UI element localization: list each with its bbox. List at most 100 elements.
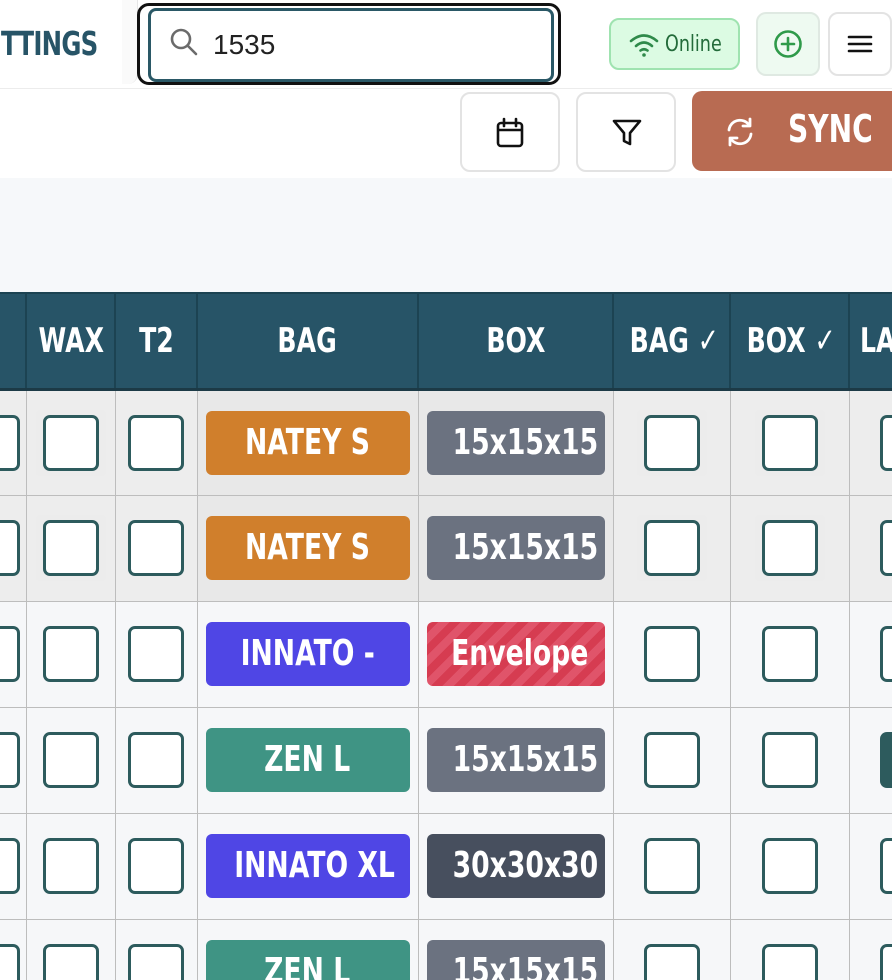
row-checkbox[interactable] (0, 732, 20, 788)
column-header-la[interactable]: LA (849, 294, 892, 391)
bag-checked-checkbox[interactable] (643, 626, 700, 682)
filter-button[interactable] (576, 92, 676, 172)
cell-first (0, 813, 27, 920)
cell-box-check (730, 919, 850, 980)
t2-checkbox[interactable] (128, 414, 184, 471)
cell-t2 (115, 601, 198, 708)
la-checkbox[interactable] (879, 732, 892, 788)
calendar-button[interactable] (460, 92, 560, 172)
box-label: 15x15x15 (452, 739, 598, 780)
wax-checkbox-area (36, 621, 106, 687)
row-checkbox[interactable] (0, 626, 20, 682)
box-check-area (754, 515, 825, 581)
cell-box-check (730, 389, 850, 496)
column-header-t2[interactable]: T2 (115, 294, 198, 391)
wax-checkbox[interactable] (42, 414, 99, 471)
sync-label: SYNC (788, 107, 873, 151)
cell-wax (26, 813, 116, 920)
bag-checked-checkbox[interactable] (643, 838, 700, 894)
page-title[interactable]: TTINGS (0, 22, 124, 68)
table-row[interactable]: INNATO XL 30x30x30 (0, 813, 892, 920)
sync-button[interactable]: SYNC (692, 91, 892, 171)
bag-pill[interactable]: INNATO - (205, 622, 410, 686)
bag-pill[interactable]: NATEY S (205, 410, 410, 475)
top-header: TTINGS Online (0, 0, 892, 88)
t2-checkbox[interactable] (128, 626, 184, 682)
la-checkbox[interactable] (879, 944, 892, 980)
box-checked-checkbox[interactable] (761, 626, 818, 682)
box-checked-checkbox[interactable] (761, 520, 818, 576)
row-checkbox[interactable] (0, 414, 20, 471)
bag-check-area (637, 621, 707, 687)
search-box[interactable] (148, 8, 554, 82)
wax-checkbox[interactable] (42, 944, 99, 980)
row-checkbox[interactable] (0, 944, 20, 980)
row-checkbox[interactable] (0, 520, 20, 576)
add-button[interactable] (756, 12, 820, 76)
wax-checkbox-area (35, 515, 106, 581)
bag-pill[interactable]: ZEN L (205, 728, 410, 792)
bag-pill[interactable]: ZEN L (205, 940, 410, 980)
column-header-box-check[interactable]: BOX ✓ (730, 294, 850, 391)
box-check-area (754, 409, 825, 476)
table-row[interactable]: ZEN L 15x15x15 (0, 919, 892, 980)
column-header-bag-check[interactable]: BAG ✓ (613, 294, 731, 391)
column-header-bag[interactable]: BAG (197, 294, 419, 391)
box-pill[interactable]: Envelope (426, 622, 605, 686)
column-header-wax[interactable]: WAX (26, 294, 116, 391)
cell-bag: INNATO XL (197, 813, 419, 920)
bag-pill[interactable]: NATEY S (205, 516, 410, 580)
wax-checkbox[interactable] (42, 626, 99, 682)
la-checkbox[interactable] (879, 626, 892, 682)
box-checked-checkbox[interactable] (761, 732, 818, 788)
la-checkbox[interactable] (879, 838, 892, 894)
cell-t2 (115, 495, 198, 602)
box-pill[interactable]: 15x15x15 (426, 410, 605, 475)
search-input[interactable] (213, 25, 533, 65)
la-checkbox[interactable] (879, 520, 892, 576)
t2-checkbox[interactable] (128, 944, 184, 980)
box-pill[interactable]: 30x30x30 (426, 834, 605, 898)
bag-checked-checkbox[interactable] (643, 732, 700, 788)
t2-checkbox[interactable] (128, 520, 184, 576)
table-row[interactable]: NATEY S 15x15x15 (0, 495, 892, 602)
cell-bag-check (613, 707, 731, 814)
column-header-box[interactable]: BOX (418, 294, 614, 391)
cell-bag-check (613, 389, 731, 496)
wax-checkbox[interactable] (42, 732, 99, 788)
menu-button[interactable] (828, 12, 892, 76)
box-label: 15x15x15 (452, 421, 598, 463)
bag-pill[interactable]: INNATO XL (205, 834, 410, 898)
box-pill[interactable]: 15x15x15 (426, 728, 605, 792)
cell-bag-check (613, 601, 731, 708)
bag-label: INNATO XL (233, 845, 395, 886)
la-checkbox[interactable] (879, 414, 892, 471)
box-pill[interactable]: 15x15x15 (426, 516, 605, 580)
table-row[interactable]: NATEY S 15x15x15 (0, 389, 892, 496)
wax-checkbox[interactable] (42, 838, 99, 894)
bag-checked-checkbox[interactable] (643, 944, 700, 980)
wax-checkbox-area (36, 939, 106, 980)
table-row[interactable]: INNATO - Envelope (0, 601, 892, 708)
box-check-area (755, 727, 825, 793)
box-checked-checkbox[interactable] (761, 838, 818, 894)
cell-wax (26, 601, 116, 708)
cell-box: 30x30x30 (418, 813, 614, 920)
filter-icon (612, 119, 642, 146)
wifi-icon (629, 34, 659, 57)
status-badge: Online (609, 18, 740, 70)
table-row[interactable]: ZEN L 15x15x15 (0, 707, 892, 814)
column-header-hidden[interactable] (0, 294, 27, 391)
bag-check-area (637, 727, 707, 793)
bag-label: ZEN L (264, 739, 351, 780)
cell-box: 15x15x15 (418, 495, 614, 602)
box-pill[interactable]: 15x15x15 (426, 940, 605, 980)
t2-checkbox[interactable] (128, 838, 184, 894)
bag-checked-checkbox[interactable] (643, 520, 700, 576)
box-checked-checkbox[interactable] (761, 414, 818, 471)
row-checkbox[interactable] (0, 838, 20, 894)
wax-checkbox[interactable] (42, 520, 99, 576)
box-checked-checkbox[interactable] (761, 944, 818, 980)
t2-checkbox[interactable] (128, 732, 184, 788)
bag-checked-checkbox[interactable] (643, 414, 700, 471)
